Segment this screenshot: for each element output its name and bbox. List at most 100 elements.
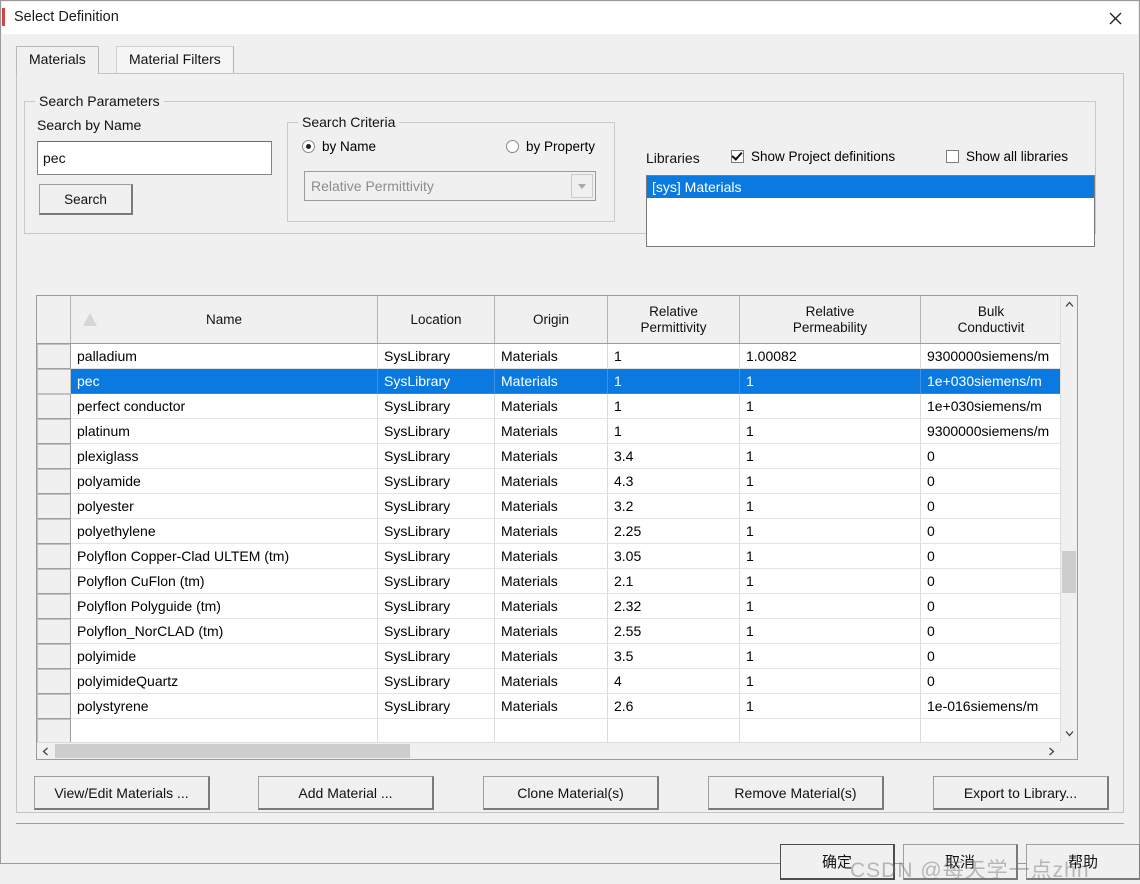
- table-row[interactable]: Polyflon Polyguide (tm) SysLibrary Materia…: [37, 594, 1077, 619]
- grid-vertical-scroll-thumb[interactable]: [1062, 551, 1076, 593]
- checkbox-show-project-definitions[interactable]: Show Project definitions: [731, 149, 895, 164]
- cancel-button[interactable]: 取消: [903, 844, 1018, 880]
- clone-materials-button[interactable]: Clone Material(s): [483, 776, 659, 810]
- libraries-listbox[interactable]: [sys] Materials: [646, 175, 1095, 247]
- table-cell-location: SysLibrary: [378, 394, 495, 419]
- table-row[interactable]: Polyflon Copper-Clad ULTEM (tm) SysLibrar…: [37, 544, 1077, 569]
- table-row[interactable]: [37, 719, 1077, 744]
- grid-header-location[interactable]: Location: [378, 296, 495, 343]
- table-cell-permittivity: 2.1: [608, 569, 740, 594]
- grid-header-name[interactable]: Name: [71, 296, 378, 343]
- row-select-handle[interactable]: [37, 519, 71, 544]
- table-row[interactable]: polyethylene SysLibrary Materials 2.25 1 0: [37, 519, 1077, 544]
- table-cell-permittivity: [608, 719, 740, 744]
- help-button[interactable]: 帮助: [1026, 844, 1140, 880]
- table-cell-origin: Materials: [495, 569, 608, 594]
- close-icon[interactable]: [1092, 2, 1138, 34]
- grid-header-relative-permeability[interactable]: Relative Permeability: [740, 296, 921, 343]
- window-title: Select Definition: [14, 9, 119, 25]
- table-cell-origin: Materials: [495, 594, 608, 619]
- row-select-handle[interactable]: [37, 694, 71, 719]
- table-cell-conductivity: 1e+030siemens/m: [921, 394, 1061, 419]
- row-select-handle[interactable]: [37, 419, 71, 444]
- table-cell-permeability: 1: [740, 469, 921, 494]
- add-material-button[interactable]: Add Material ...: [258, 776, 434, 810]
- table-cell-origin: Materials: [495, 469, 608, 494]
- grid-header-origin[interactable]: Origin: [495, 296, 608, 343]
- tab-material-filters[interactable]: Material Filters: [116, 46, 234, 74]
- table-cell-permittivity: 1: [608, 344, 740, 369]
- row-select-handle[interactable]: [37, 669, 71, 694]
- materials-grid: Name Location Origin Relative Permittivi…: [36, 295, 1078, 760]
- table-cell-permittivity: 2.55: [608, 619, 740, 644]
- table-row[interactable]: polyimide SysLibrary Materials 3.5 1 0: [37, 644, 1077, 669]
- chevron-down-icon[interactable]: [1061, 725, 1077, 742]
- table-cell-permeability: 1: [740, 369, 921, 394]
- grid-horizontal-scroll-thumb[interactable]: [55, 744, 410, 758]
- row-select-handle[interactable]: [37, 594, 71, 619]
- property-combo[interactable]: Relative Permittivity: [304, 171, 596, 201]
- table-cell-permittivity: 4.3: [608, 469, 740, 494]
- remove-materials-button[interactable]: Remove Material(s): [708, 776, 884, 810]
- export-to-library-button[interactable]: Export to Library...: [933, 776, 1109, 810]
- grid-header-relative-permittivity[interactable]: Relative Permittivity: [608, 296, 740, 343]
- row-select-handle[interactable]: [37, 369, 71, 394]
- window-accent-sliver: [2, 8, 5, 26]
- checkbox-show-all-libraries[interactable]: Show all libraries: [946, 149, 1068, 164]
- grid-body: palladium SysLibrary Materials 1 1.00082 9300…: [37, 344, 1077, 759]
- row-select-handle[interactable]: [37, 544, 71, 569]
- grid-header-row: Name Location Origin Relative Permittivi…: [37, 296, 1077, 344]
- table-cell-location: SysLibrary: [378, 419, 495, 444]
- table-row[interactable]: polyamide SysLibrary Materials 4.3 1 0: [37, 469, 1077, 494]
- table-row[interactable]: platinum SysLibrary Materials 1 1 9300000siem…: [37, 419, 1077, 444]
- table-cell-location: SysLibrary: [378, 519, 495, 544]
- grid-header-conductivity-line2: Conductivit: [957, 319, 1025, 335]
- table-cell-permittivity: 3.05: [608, 544, 740, 569]
- table-cell-conductivity: 0: [921, 619, 1061, 644]
- grid-horizontal-scrollbar[interactable]: [37, 742, 1077, 759]
- chevron-down-icon[interactable]: [571, 174, 593, 198]
- row-select-handle[interactable]: [37, 494, 71, 519]
- row-select-handle[interactable]: [37, 469, 71, 494]
- property-combo-value: Relative Permittivity: [311, 178, 434, 194]
- table-row[interactable]: polyimideQuartz SysLibrary Materials 4 1 0: [37, 669, 1077, 694]
- table-row[interactable]: plexiglass SysLibrary Materials 3.4 1 0: [37, 444, 1077, 469]
- ok-button[interactable]: 确定: [780, 844, 895, 880]
- row-select-handle[interactable]: [37, 444, 71, 469]
- grid-vertical-scrollbar[interactable]: [1060, 296, 1077, 742]
- table-row[interactable]: Polyflon_NorCLAD (tm) SysLibrary Materials…: [37, 619, 1077, 644]
- search-button[interactable]: Search: [39, 184, 133, 215]
- table-row[interactable]: Polyflon CuFlon (tm) SysLibrary Materials 2…: [37, 569, 1077, 594]
- radio-by-property[interactable]: by Property: [506, 139, 595, 154]
- table-row[interactable]: perfect conductor SysLibrary Materials 1 1 1e…: [37, 394, 1077, 419]
- table-row[interactable]: polystyrene SysLibrary Materials 2.6 1 1e-016…: [37, 694, 1077, 719]
- view-edit-materials-button[interactable]: View/Edit Materials ...: [34, 776, 210, 810]
- row-select-handle[interactable]: [37, 394, 71, 419]
- table-row[interactable]: polyester SysLibrary Materials 3.2 1 0: [37, 494, 1077, 519]
- grid-header-bulk-conductivity[interactable]: Bulk Conductivit: [921, 296, 1061, 343]
- row-select-handle[interactable]: [37, 644, 71, 669]
- chevron-up-icon[interactable]: [1061, 296, 1077, 313]
- chevron-right-icon[interactable]: [1043, 743, 1060, 759]
- table-cell-name: polyamide: [71, 469, 378, 494]
- table-cell-permeability: 1: [740, 669, 921, 694]
- table-cell-permittivity: 1: [608, 369, 740, 394]
- row-select-handle[interactable]: [37, 344, 71, 369]
- row-select-handle[interactable]: [37, 719, 71, 744]
- table-row[interactable]: palladium SysLibrary Materials 1 1.00082 9300…: [37, 344, 1077, 369]
- library-list-item[interactable]: [sys] Materials: [647, 176, 1094, 198]
- grid-header-select-all[interactable]: [37, 296, 71, 343]
- radio-by-name-label: by Name: [322, 139, 377, 154]
- row-select-handle[interactable]: [37, 619, 71, 644]
- table-cell-location: SysLibrary: [378, 544, 495, 569]
- table-cell-name: plexiglass: [71, 444, 378, 469]
- table-cell-permeability: 1: [740, 569, 921, 594]
- table-row[interactable]: pec SysLibrary Materials 1 1 1e+030siemens/m: [37, 369, 1077, 394]
- chevron-left-icon[interactable]: [37, 743, 54, 759]
- table-cell-permeability: 1: [740, 419, 921, 444]
- radio-by-name[interactable]: by Name: [302, 139, 376, 154]
- row-select-handle[interactable]: [37, 569, 71, 594]
- checkbox-show-all-libraries-indicator: [946, 150, 959, 163]
- search-input[interactable]: [37, 141, 272, 175]
- tab-materials[interactable]: Materials: [16, 46, 99, 74]
